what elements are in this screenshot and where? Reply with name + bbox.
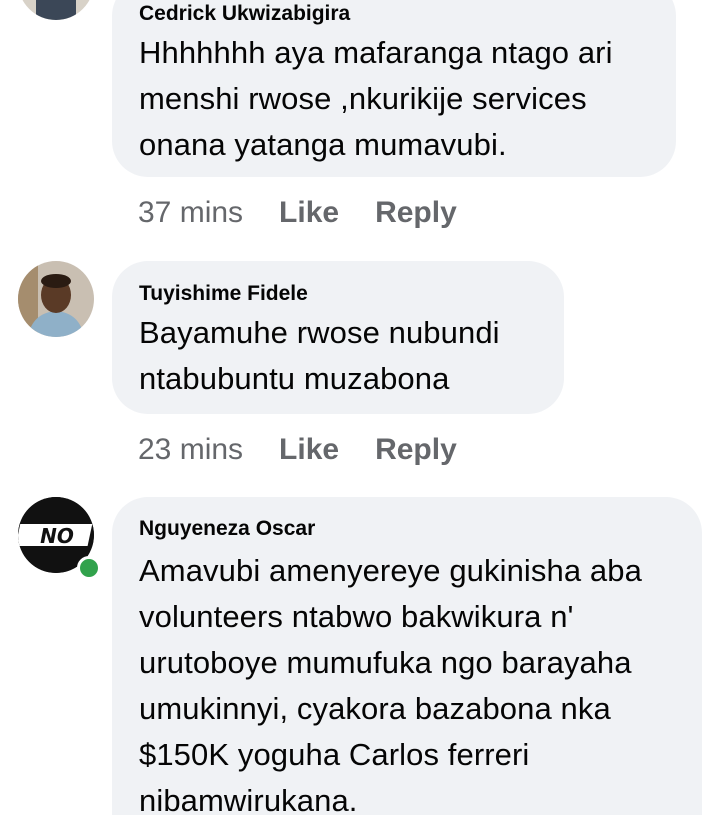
like-button[interactable]: Like (279, 196, 339, 229)
comment-bubble: Cedrick Ukwizabigira Hhhhhhh aya mafaran… (112, 0, 676, 177)
comment-time[interactable]: 23 mins (138, 433, 243, 466)
comment-author[interactable]: Nguyeneza Oscar (139, 517, 702, 541)
comment-meta: 23 mins Like Reply (138, 433, 493, 467)
like-button[interactable]: Like (279, 433, 339, 466)
comment-meta: 37 mins Like Reply (138, 196, 493, 230)
avatar-cedrick-icon[interactable] (18, 0, 94, 20)
avatar-tuyishime-icon[interactable] (18, 261, 94, 337)
comment-author[interactable]: Cedrick Ukwizabigira (139, 2, 676, 26)
no-logo-text: NO (40, 524, 74, 548)
comment-text: Amavubi amenyereye gukinisha aba volunte… (139, 553, 642, 815)
reply-button[interactable]: Reply (375, 196, 457, 229)
comment-bubble: Nguyeneza Oscar Amavubi amenyereye gukin… (112, 497, 702, 815)
reply-button[interactable]: Reply (375, 433, 457, 466)
comments-thread: Cedrick Ukwizabigira Hhhhhhh aya mafaran… (0, 0, 720, 815)
online-status-icon (77, 556, 101, 580)
comment-text: Bayamuhe rwose nubundi ntabubuntu muzabo… (139, 315, 500, 396)
comment-bubble: Tuyishime Fidele Bayamuhe rwose nubundi … (112, 261, 564, 414)
comment-author[interactable]: Tuyishime Fidele (139, 282, 564, 306)
comment-time[interactable]: 37 mins (138, 196, 243, 229)
comment-text: Hhhhhhh aya mafaranga ntago ari menshi r… (139, 35, 613, 162)
